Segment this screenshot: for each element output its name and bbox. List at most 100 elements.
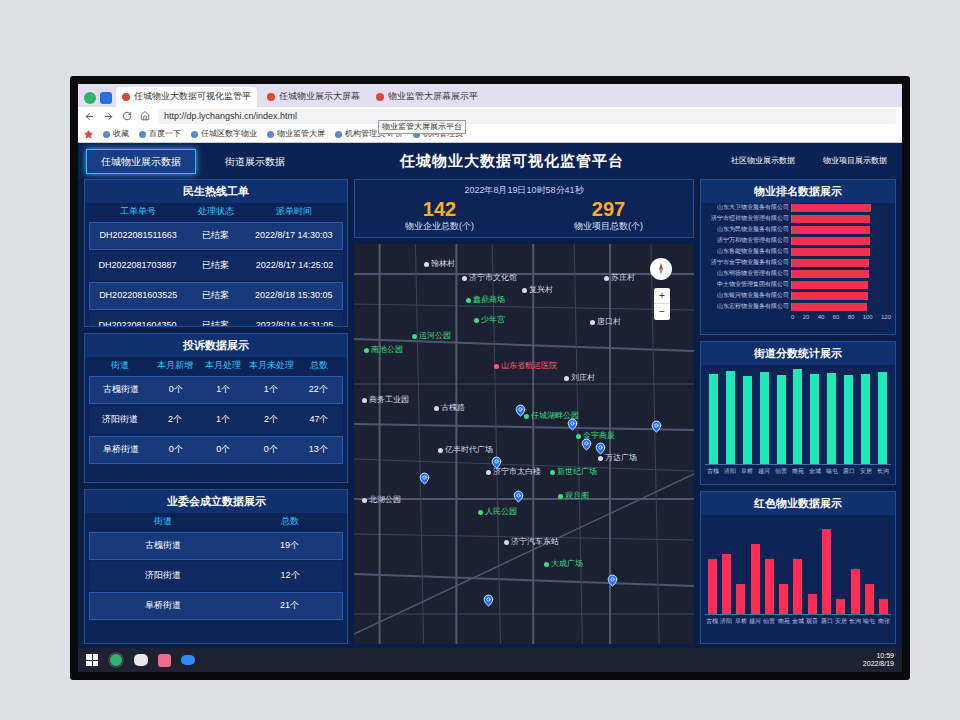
table-row[interactable]: 古槐街道19个 — [89, 532, 343, 560]
map-place[interactable]: 新世纪广场 — [550, 466, 597, 478]
map-pin[interactable] — [650, 420, 663, 433]
table-row[interactable]: DH2022081604350已结案2022/8/16 16:31:05 — [89, 312, 343, 327]
home-icon[interactable] — [140, 111, 150, 121]
chart-bar[interactable] — [726, 371, 735, 463]
table-row[interactable]: 阜桥街道21个 — [89, 592, 343, 620]
table-row[interactable]: 阜桥街道0个0个0个13个 — [89, 436, 343, 464]
compass[interactable] — [650, 258, 672, 280]
nav-tab[interactable]: 物业项目展示数据 — [816, 150, 894, 172]
chart-bar[interactable] — [760, 372, 769, 463]
cloud-app-icon[interactable] — [181, 655, 195, 665]
map-pin[interactable] — [490, 456, 503, 469]
map-place[interactable]: 观音阁 — [558, 490, 589, 502]
map-place[interactable]: 运河公园 — [412, 330, 451, 342]
map-place[interactable]: 济宁汽车东站 — [504, 536, 559, 548]
chart-bar[interactable] — [793, 559, 802, 613]
chart-bar[interactable] — [822, 529, 831, 613]
reload-icon[interactable] — [122, 111, 132, 121]
map-place[interactable]: 济宁市文化馆 — [462, 272, 517, 284]
bookmark[interactable]: 物业监管大屏 — [267, 128, 325, 140]
chart-bar[interactable] — [708, 559, 717, 613]
browser-tab[interactable]: 物业监管大屏幕展示平 — [370, 87, 484, 107]
app-icon[interactable] — [158, 654, 171, 667]
chart-bar[interactable] — [736, 584, 745, 614]
windows-start-icon[interactable] — [86, 654, 98, 666]
wechat-app-icon[interactable] — [134, 654, 148, 666]
map-place[interactable]: 山东省航运医院 — [494, 360, 557, 372]
bookmark[interactable]: 百度一下 — [139, 128, 181, 140]
chart-bar[interactable] — [851, 569, 860, 614]
ranking-row[interactable]: 济宁市金宇物业服务有限公司 — [705, 258, 891, 268]
address-field[interactable]: http://dp.lychangshi.cn/index.html — [158, 109, 896, 125]
forward-icon[interactable] — [103, 111, 114, 122]
browser-tab[interactable]: 任城物业大数据可视化监管平 — [116, 87, 257, 107]
map-pin[interactable] — [482, 594, 495, 607]
chart-bar[interactable] — [777, 375, 786, 463]
ranking-row[interactable]: 山东明德物业管理有限公司 — [705, 269, 891, 279]
ranking-row[interactable]: 山东为民物业服务有限公司 — [705, 225, 891, 235]
map-pin[interactable] — [606, 574, 619, 587]
map-pin[interactable] — [566, 418, 579, 431]
map-pin[interactable] — [580, 438, 593, 451]
chart-bar[interactable] — [827, 373, 836, 463]
map-place[interactable]: 南池公园 — [364, 344, 403, 356]
browser-app-icon[interactable] — [108, 652, 124, 668]
table-row[interactable]: 古槐街道0个1个1个22个 — [89, 376, 343, 404]
map-place[interactable]: 鑫鼎商场 — [466, 294, 505, 306]
table-row[interactable]: DH2022081703887已结案2022/8/17 14:25:02 — [89, 252, 343, 280]
ranking-row[interactable]: 山东银河物业服务有限公司 — [705, 291, 891, 301]
map-place[interactable]: 北湖公园 — [362, 494, 401, 506]
bookmark[interactable]: 收藏 — [103, 128, 129, 140]
zoom-in-button[interactable]: + — [654, 288, 670, 304]
table-row[interactable]: 济阳街道12个 — [89, 562, 343, 590]
chart-bar[interactable] — [836, 599, 845, 614]
chart-bar[interactable] — [810, 374, 819, 463]
map-place[interactable]: 翰林村 — [424, 258, 455, 270]
chart-bar[interactable] — [865, 584, 874, 614]
map-place[interactable]: 唐口村 — [590, 316, 621, 328]
bookmark[interactable]: 任城区数字物业 — [191, 128, 257, 140]
chart-bar[interactable] — [808, 594, 817, 614]
back-icon[interactable] — [84, 111, 95, 122]
ranking-row[interactable]: 济宁市恒祥物业管理有限公司 — [705, 214, 891, 224]
map-place[interactable]: 人民公园 — [478, 506, 517, 518]
chart-bar[interactable] — [751, 544, 760, 613]
browser-tab[interactable]: 任城物业展示大屏幕 — [261, 87, 366, 107]
map-place[interactable]: 苏庄村 — [604, 272, 635, 284]
map-place[interactable]: 复兴村 — [522, 284, 553, 296]
table-row[interactable]: DH2022081511663已结案2022/8/17 14:30:03 — [89, 222, 343, 250]
map-place[interactable]: 古槐路 — [434, 402, 465, 414]
chart-bar[interactable] — [844, 375, 853, 463]
chart-bar[interactable] — [861, 374, 870, 463]
chart-bar[interactable] — [765, 559, 774, 613]
map-place[interactable]: 金宇商厦 — [576, 430, 615, 442]
chart-bar[interactable] — [878, 372, 887, 463]
table-row[interactable]: DH2022081603525已结案2022/8/18 15:30:05 — [89, 282, 343, 310]
map-place[interactable]: 济宁市太白楼 — [486, 466, 541, 478]
ranking-row[interactable]: 山东宏程物业服务有限公司 — [705, 302, 891, 312]
map-place[interactable]: 大成广场 — [544, 558, 583, 570]
ranking-row[interactable]: 济宁万和物业管理有限公司 — [705, 236, 891, 246]
clock-tray[interactable]: 10:592022/8/19 — [863, 652, 894, 669]
nav-tab[interactable]: 街道展示数据 — [210, 149, 300, 174]
chart-bar[interactable] — [779, 584, 788, 614]
map-place[interactable]: 少年宫 — [474, 314, 505, 326]
zoom-out-button[interactable]: − — [654, 304, 670, 320]
ranking-row[interactable]: 中土物业管理集团有限公司 — [705, 280, 891, 290]
nav-tab[interactable]: 社区物业展示数据 — [724, 150, 802, 172]
ranking-row[interactable]: 山东大卫物业服务有限公司 — [705, 203, 891, 213]
map-pin[interactable] — [512, 490, 525, 503]
map-pin[interactable] — [514, 404, 527, 417]
chart-bar[interactable] — [722, 554, 731, 613]
chart-bar[interactable] — [879, 599, 888, 614]
map-place[interactable]: 商务工业园 — [362, 394, 409, 406]
chart-bar[interactable] — [793, 369, 802, 463]
map-pin[interactable] — [594, 442, 607, 455]
chart-bar[interactable] — [709, 374, 718, 463]
map-pin[interactable] — [418, 472, 431, 485]
map-place[interactable]: 亿丰时代广场 — [438, 444, 493, 456]
table-row[interactable]: 济阳街道2个1个2个47个 — [89, 406, 343, 434]
nav-tab[interactable]: 任城物业展示数据 — [86, 149, 196, 174]
chart-bar[interactable] — [743, 376, 752, 463]
map[interactable]: 翰林村济宁市文化馆复兴村鑫鼎商场少年宫 苏庄村南池公园 唐口村山东省航运医院 运河公园… — [354, 244, 694, 644]
